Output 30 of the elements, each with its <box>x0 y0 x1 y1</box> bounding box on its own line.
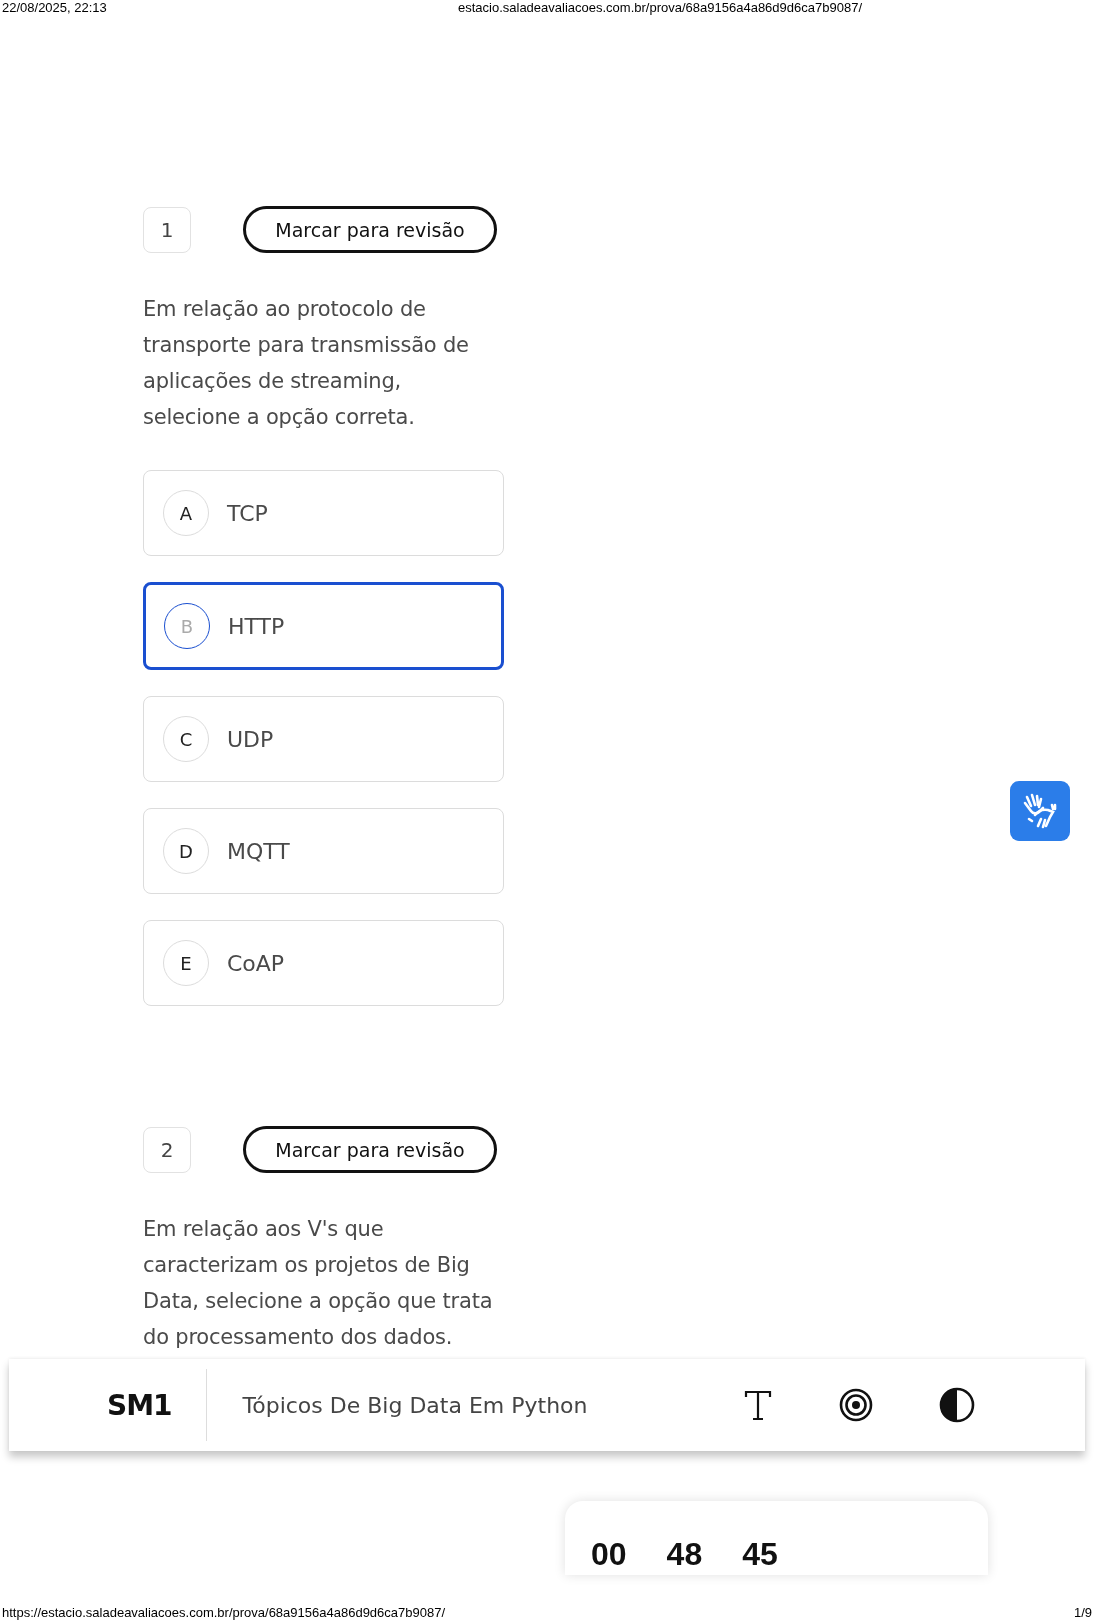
print-date: 22/08/2025, 22:13 <box>2 0 107 17</box>
option-label: HTTP <box>228 613 285 639</box>
sign-language-button[interactable] <box>1010 781 1070 841</box>
answer-option[interactable]: E CoAP <box>143 920 504 1006</box>
timer-seconds: 45 <box>742 1537 778 1571</box>
question-number: 1 <box>143 206 191 253</box>
print-url: https://estacio.saladeavaliacoes.com.br/prova/68a9156a4a86d9d6ca7b9087/ <box>2 1605 446 1622</box>
timer-minutes: 48 <box>666 1537 703 1571</box>
print-url: estacio.saladeavaliacoes.com.br/prova/68a9156a4a86d9d6ca7b9087/ <box>457 0 862 17</box>
option-label: UDP <box>227 726 274 752</box>
hands-icon <box>1021 793 1059 829</box>
answer-option[interactable]: C UDP <box>143 696 504 782</box>
review-button[interactable]: Marcar para revisão <box>243 206 497 253</box>
target-icon[interactable] <box>839 1388 873 1422</box>
contrast-icon[interactable] <box>939 1387 975 1423</box>
answer-option[interactable]: A TCP <box>143 470 504 556</box>
answer-option[interactable]: D MQTT <box>143 808 504 894</box>
question-text: Em relação aos V's que caracterizam os projetos de Big Data, selecione a opção que trata do processamento dos dados. <box>143 1216 494 1351</box>
course-title: Tópicos De Big Data Em Python <box>242 1392 589 1418</box>
answer-option[interactable]: B HTTP <box>143 582 504 670</box>
option-label: TCP <box>227 500 268 526</box>
option-label: MQTT <box>227 838 290 864</box>
logo: SM1 <box>107 1388 172 1422</box>
font-size-icon[interactable] <box>743 1389 773 1421</box>
review-button[interactable]: Marcar para revisão <box>243 1126 497 1173</box>
timer-hours: 00 <box>591 1537 627 1571</box>
option-label: CoAP <box>227 950 285 976</box>
page-number: 1/9 <box>1073 1605 1092 1622</box>
question-number: 2 <box>143 1126 191 1173</box>
question-text: Em relação ao protocolo de transporte para transmissão de aplicações de streaming, selecione a opção correta. <box>143 296 470 431</box>
